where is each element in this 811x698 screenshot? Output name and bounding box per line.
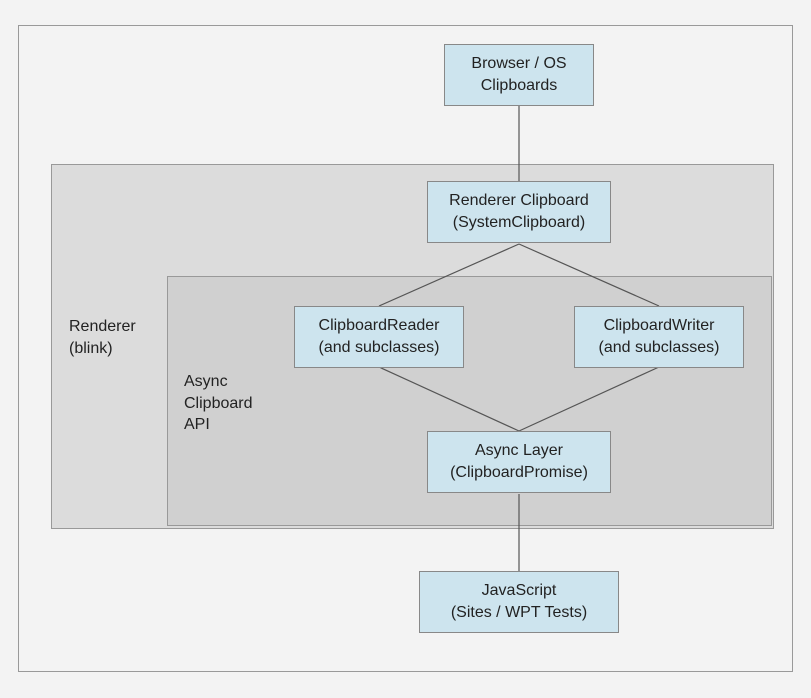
box-renderer-clipboard: Renderer Clipboard (SystemClipboard)	[427, 181, 611, 243]
label-line2: (blink)	[69, 338, 136, 360]
box-line2: (ClipboardPromise)	[450, 462, 588, 484]
label-line1: Renderer	[69, 316, 136, 338]
box-line1: JavaScript	[482, 580, 557, 602]
label-async-clipboard-api: Async Clipboard API	[184, 371, 252, 436]
label-line3: API	[184, 414, 252, 436]
box-line1: ClipboardWriter	[604, 315, 715, 337]
box-javascript: JavaScript (Sites / WPT Tests)	[419, 571, 619, 633]
box-line2: (and subclasses)	[599, 337, 720, 359]
box-clipboard-writer: ClipboardWriter (and subclasses)	[574, 306, 744, 368]
box-line2: (Sites / WPT Tests)	[451, 602, 587, 624]
box-line2: Clipboards	[481, 75, 557, 97]
box-clipboard-reader: ClipboardReader (and subclasses)	[294, 306, 464, 368]
box-line1: Browser / OS	[471, 53, 566, 75]
box-line1: Renderer Clipboard	[449, 190, 589, 212]
box-browser-os-clipboards: Browser / OS Clipboards	[444, 44, 594, 106]
box-line1: Async Layer	[475, 440, 563, 462]
box-async-layer: Async Layer (ClipboardPromise)	[427, 431, 611, 493]
label-renderer-blink: Renderer (blink)	[69, 316, 136, 359]
box-line2: (SystemClipboard)	[453, 212, 585, 234]
label-line2: Clipboard	[184, 393, 252, 415]
diagram-outer-container: Browser / OS Clipboards Renderer Clipboa…	[18, 25, 793, 672]
box-line1: ClipboardReader	[319, 315, 440, 337]
box-line2: (and subclasses)	[319, 337, 440, 359]
label-line1: Async	[184, 371, 252, 393]
